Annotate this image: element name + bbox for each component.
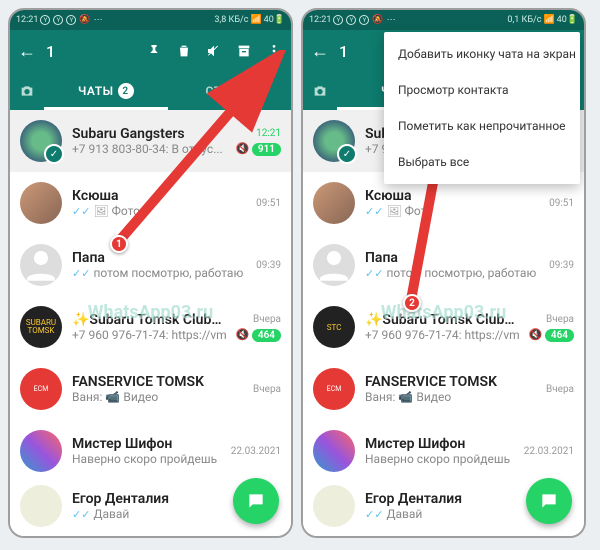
avatar[interactable]: SUBARUTOMSK: [20, 306, 62, 348]
status-left-icons: YYY 🔕⋯: [40, 15, 102, 25]
menu-add-shortcut[interactable]: Добавить иконку чата на экран: [384, 36, 580, 72]
avatar[interactable]: [20, 430, 62, 472]
chat-row[interactable]: ECM FANSERVICE TOMSK Ваня: 📹Видео Вчера: [303, 358, 584, 420]
chat-time: 22.03.2021: [231, 446, 281, 457]
avatar[interactable]: [313, 182, 355, 224]
chat-row[interactable]: ECM FANSERVICE TOMSK Ваня: 📹Видео Вчера: [10, 358, 291, 420]
signal-icon: 📶: [543, 15, 554, 25]
avatar[interactable]: [313, 244, 355, 286]
chat-msg: Наверно скоро пройдешь: [72, 452, 221, 466]
new-chat-fab[interactable]: [526, 478, 572, 524]
avatar[interactable]: STC: [313, 306, 355, 348]
chat-time: 09:39: [256, 260, 281, 271]
status-time: 12:21: [16, 15, 38, 25]
chat-time: Вчера: [253, 314, 281, 325]
menu-view-contact[interactable]: Просмотр контакта: [384, 72, 580, 108]
net-speed: 0,1 КБ/с: [507, 15, 541, 25]
avatar[interactable]: [20, 485, 62, 527]
battery-icon: 40🔋: [264, 15, 285, 25]
phone-left: 12:21 YYY 🔕⋯ 3,8 КБ/с 📶 40🔋 ← 1 ЧАТЫ 2 С…: [8, 8, 293, 538]
unread-badge: 464: [252, 329, 281, 342]
chat-name: Мистер Шифон: [72, 436, 221, 452]
status-bar: 12:21 YYY 🔕⋯ 3,8 КБ/с 📶 40🔋: [10, 10, 291, 30]
avatar[interactable]: [313, 120, 355, 162]
signal-icon: 📶: [250, 15, 261, 25]
status-time: 12:21: [309, 15, 331, 25]
selected-count: 1: [339, 42, 348, 61]
chat-name: Папа: [72, 250, 246, 266]
avatar[interactable]: [20, 244, 62, 286]
avatar[interactable]: ECM: [313, 368, 355, 410]
chat-msg: ✓✓потом посмотрю, работаю: [72, 266, 246, 280]
video-icon: 📹: [105, 390, 120, 404]
selected-count: 1: [46, 42, 55, 61]
chat-name: ✨Subaru Tomsk Club✨: [72, 312, 226, 328]
menu-mark-unread[interactable]: Пометить как непрочитанное: [384, 108, 580, 144]
back-icon[interactable]: ←: [309, 40, 331, 62]
phone-right: 12:21 YYY🔕⋯ 0,1 КБ/с 📶 40🔋 ← 1 ЧАТЫ Suba…: [301, 8, 586, 538]
status-bar: 12:21 YYY🔕⋯ 0,1 КБ/с 📶 40🔋: [303, 10, 584, 30]
tick-icon: ✓✓: [72, 508, 90, 521]
avatar[interactable]: [20, 182, 62, 224]
net-speed: 3,8 КБ/с: [214, 15, 248, 25]
marker-2: 2: [403, 294, 421, 312]
avatar[interactable]: [313, 485, 355, 527]
context-menu: Добавить иконку чата на экран Просмотр к…: [384, 32, 580, 184]
chat-msg: Ваня: 📹Видео: [72, 390, 243, 404]
chat-row[interactable]: Мистер Шифон Наверно скоро пройдешь 22.0…: [10, 420, 291, 482]
tab-chats-label: ЧАТЫ: [78, 84, 114, 98]
chat-row[interactable]: SUBARUTOMSK ✨Subaru Tomsk Club✨ +7 960 9…: [10, 296, 291, 358]
chat-time: Вчера: [253, 384, 281, 395]
tab-camera[interactable]: [303, 72, 337, 110]
chat-msg: +7 960 976-71-74: https://vm...: [72, 328, 226, 342]
tab-camera[interactable]: [10, 72, 44, 110]
annotation-arrow: [110, 50, 290, 250]
avatar[interactable]: ECM: [20, 368, 62, 410]
tick-icon: ✓✓: [72, 205, 90, 218]
back-icon[interactable]: ←: [16, 40, 38, 62]
avatar[interactable]: [20, 120, 62, 162]
chat-row[interactable]: Мистер Шифон Наверно скоро пройдешь 22.0…: [303, 420, 584, 482]
new-chat-fab[interactable]: [233, 478, 279, 524]
avatar[interactable]: [313, 430, 355, 472]
photo-icon: 🖼: [93, 204, 108, 218]
muted-icon: 🔇: [236, 328, 250, 341]
chat-name: FANSERVICE TOMSK: [72, 374, 243, 390]
battery-icon: 40🔋: [557, 15, 578, 25]
marker-1: 1: [110, 235, 128, 253]
menu-select-all[interactable]: Выбрать все: [384, 144, 580, 180]
tick-icon: ✓✓: [72, 267, 90, 280]
